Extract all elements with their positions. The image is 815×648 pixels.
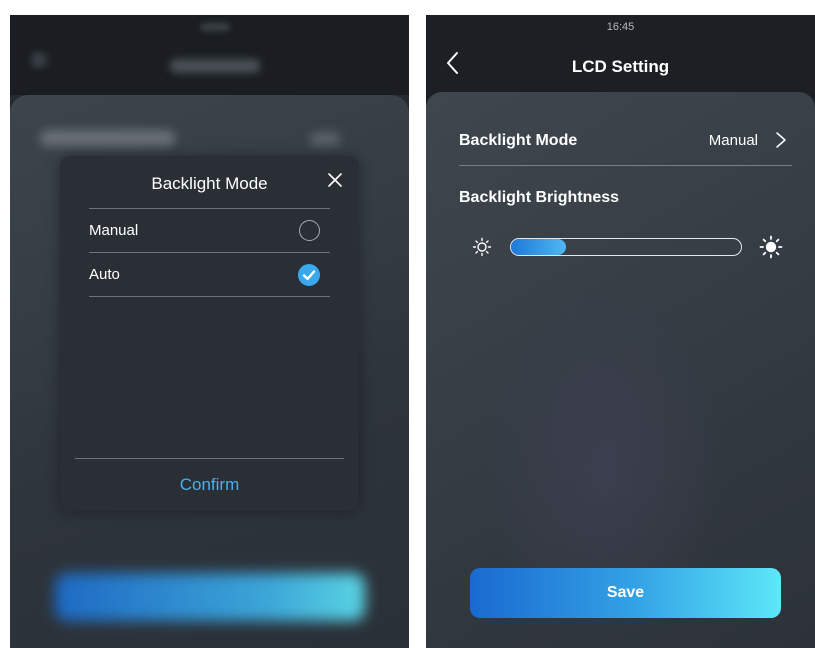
blurred-header (10, 15, 409, 95)
confirm-button[interactable]: Confirm (60, 459, 359, 511)
radio-empty-icon[interactable] (299, 220, 320, 241)
backlight-mode-label: Backlight Mode (459, 132, 578, 149)
blurred-setting-value (310, 132, 340, 146)
right-screen: 16:45 LCD Setting Backlight Mode Manual … (426, 15, 815, 648)
page-title: LCD Setting (571, 57, 670, 76)
content-panel: Backlight Mode Manual Backlight Brightne… (426, 92, 815, 648)
option-label: Manual (89, 222, 139, 239)
sun-filled-icon (759, 235, 783, 259)
check-circle-icon[interactable] (298, 264, 320, 286)
brightness-slider-fill[interactable] (511, 239, 567, 255)
option-list: Manual Auto (89, 209, 330, 297)
backlight-mode-value: Manual (708, 132, 758, 149)
sun-outline-icon (472, 237, 492, 257)
backlight-brightness-label: Backlight Brightness (459, 189, 620, 206)
blurred-back-icon (32, 53, 46, 67)
blurred-status-time (200, 23, 230, 31)
close-icon[interactable] (325, 170, 345, 190)
blurred-page-title (170, 59, 260, 73)
option-label: Auto (89, 266, 120, 283)
option-manual[interactable]: Manual (89, 209, 330, 253)
save-button[interactable]: Save (470, 568, 781, 618)
left-screen: Backlight Mode Manual Auto Confirm (10, 15, 409, 648)
backlight-mode-row[interactable]: Backlight Mode Manual (459, 114, 792, 166)
blurred-save-button (55, 573, 365, 621)
dialog-title: Backlight Mode (151, 174, 268, 193)
status-time: 16:45 (606, 21, 635, 33)
option-auto[interactable]: Auto (89, 253, 330, 297)
brightness-slider[interactable] (510, 238, 742, 256)
chevron-right-icon (774, 130, 788, 150)
backlight-mode-dialog: Backlight Mode Manual Auto Confirm (60, 156, 359, 511)
blurred-setting-label (40, 130, 175, 146)
